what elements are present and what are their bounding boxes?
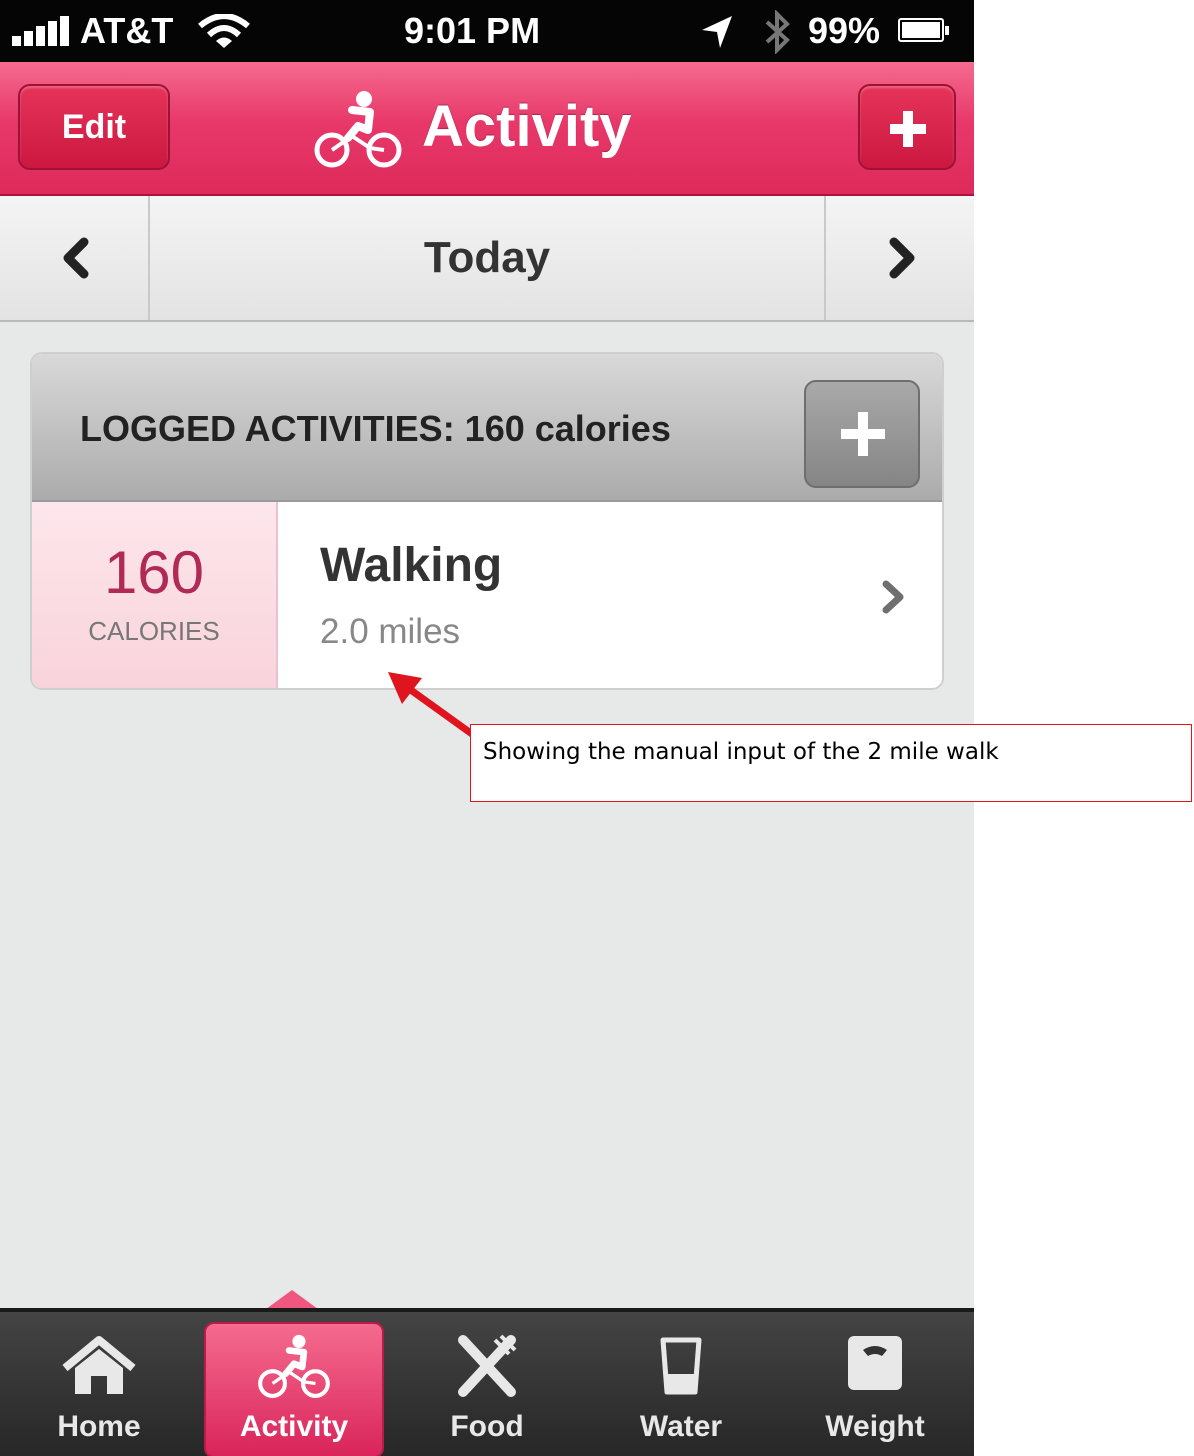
logged-activities-card: LOGGED ACTIVITIES: 160 calories 160 CALO… <box>30 352 944 690</box>
battery-icon <box>898 18 950 44</box>
next-day-button[interactable] <box>824 196 974 320</box>
bluetooth-icon <box>765 10 790 54</box>
tab-activity[interactable]: Activity <box>204 1322 384 1456</box>
tab-food-label: Food <box>450 1410 524 1443</box>
card-header: LOGGED ACTIVITIES: 160 calories <box>32 354 942 502</box>
carrier-label: AT&T <box>80 10 174 51</box>
tab-bar: Home Activity Food Water Weight <box>0 1308 974 1456</box>
navigation-bar: Edit Activity <box>0 62 974 196</box>
location-icon <box>702 16 732 48</box>
wifi-icon <box>198 14 250 48</box>
bike-icon <box>258 1334 330 1398</box>
calories-box: 160 CALORIES <box>32 502 278 688</box>
chevron-right-icon <box>882 580 904 614</box>
logged-activities-header: LOGGED ACTIVITIES: 160 calories <box>80 408 671 449</box>
tab-water[interactable]: Water <box>584 1312 778 1456</box>
tab-food[interactable]: Food <box>390 1312 584 1456</box>
date-label: Today <box>423 233 551 282</box>
tab-water-label: Water <box>639 1410 723 1443</box>
tab-activity-label: Activity <box>239 1410 349 1443</box>
tab-home[interactable]: Home <box>2 1312 196 1456</box>
previous-day-button[interactable] <box>0 196 150 320</box>
clock: 9:01 PM <box>404 10 541 51</box>
annotation-callout: Showing the manual input of the 2 mile w… <box>470 724 1192 802</box>
edit-button[interactable]: Edit <box>18 84 170 170</box>
tab-weight[interactable]: Weight <box>778 1312 972 1456</box>
annotation-arrow <box>388 672 476 738</box>
scale-icon <box>848 1336 902 1390</box>
tab-weight-label: Weight <box>825 1410 925 1443</box>
status-bar: AT&T 9:01 PM 99% <box>0 0 974 62</box>
tab-home-label: Home <box>57 1410 141 1443</box>
activity-row[interactable]: 160 CALORIES Walking 2.0 miles <box>32 502 942 688</box>
add-activity-button[interactable] <box>858 84 956 170</box>
battery-percent: 99% <box>808 10 881 51</box>
chevron-left-icon <box>63 237 89 279</box>
home-icon <box>62 1336 136 1394</box>
glass-icon <box>660 1337 702 1395</box>
date-selector: Today <box>0 196 974 322</box>
chevron-right-icon <box>889 237 915 279</box>
activity-distance: 2.0 miles <box>320 612 461 651</box>
log-activity-button[interactable] <box>804 380 920 488</box>
signal-icon <box>12 16 72 46</box>
calories-unit: CALORIES <box>88 616 220 646</box>
calories-value: 160 <box>103 539 205 606</box>
bike-icon <box>314 91 402 168</box>
page-title: Activity <box>422 94 632 159</box>
fork-knife-icon <box>458 1334 517 1397</box>
activity-name: Walking <box>320 539 503 592</box>
